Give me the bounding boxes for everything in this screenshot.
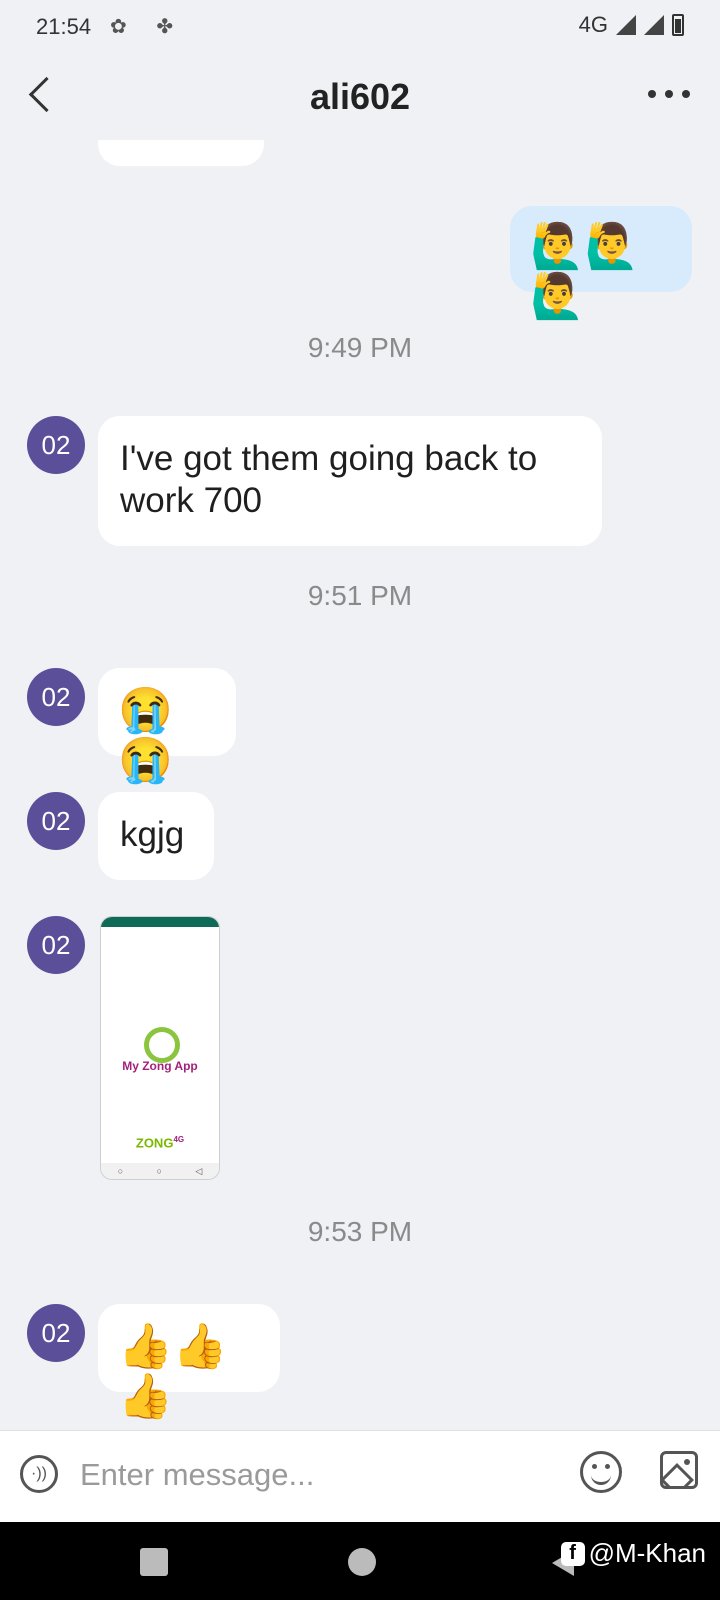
notification-icons: ✿ ✤ [110,16,186,38]
message-list[interactable]: 🙋‍♂️🙋‍♂️🙋‍♂️ 9:49 PM 02 I've got them go… [0,140,720,1430]
watermark: f @M-Khan [560,1538,706,1569]
avatar[interactable]: 02 [27,792,85,850]
status-time: 21:54 [36,14,92,39]
message-text: I've got them going back to work 700 [120,439,538,520]
home-button[interactable] [348,1548,376,1576]
message-input-bar: ·)) [0,1430,720,1523]
status-right-icons: 4G [579,12,684,38]
network-label: 4G [578,12,608,37]
avatar[interactable]: 02 [27,1304,85,1362]
incoming-message-bubble[interactable]: I've got them going back to work 700 [98,416,602,546]
recent-apps-button[interactable] [140,1548,168,1576]
more-horizontal-icon [648,90,656,98]
avatar[interactable]: 02 [27,916,85,974]
more-options-button[interactable] [648,90,690,98]
chat-title: ali602 [309,76,411,117]
voice-icon: ·)) [31,1465,47,1482]
avatar[interactable]: 02 [27,668,85,726]
message-emoji: 👍👍👍 [118,1322,228,1421]
timestamp: 9:53 PM [307,1216,413,1247]
image-brand: ZONG4G [135,1135,185,1151]
incoming-message-bubble[interactable]: 😭😭 [98,668,236,785]
timestamp: 9:49 PM [307,332,413,363]
message-text: kgjg [120,815,185,854]
facebook-icon: f [560,1541,585,1566]
outgoing-message-bubble[interactable]: 🙋‍♂️🙋‍♂️🙋‍♂️ [510,206,692,321]
image-attach-button[interactable] [660,1451,698,1489]
status-bar: 21:54 ✿ ✤ 4G [0,0,720,52]
timestamp: 9:51 PM [307,580,413,611]
message-bubble-partial[interactable] [98,140,264,166]
signal-icon [616,15,636,35]
zong-logo-icon [144,1027,180,1063]
signal-icon-2 [644,15,664,35]
message-emoji: 🙋‍♂️🙋‍♂️🙋‍♂️ [530,222,640,321]
emoji-button[interactable] [580,1451,622,1493]
voice-input-button[interactable]: ·)) [20,1455,58,1493]
incoming-message-bubble[interactable]: 👍👍👍 [98,1304,280,1421]
incoming-message-bubble[interactable]: kgjg [98,792,214,880]
image-message-thumbnail[interactable]: My Zong App ZONG4G ○ ○ ◁ [100,916,220,1180]
chat-header: ali602 [0,56,720,140]
system-nav-bar: f @M-Khan [0,1522,720,1600]
watermark-text: @M-Khan [588,1538,706,1568]
battery-icon [672,14,684,36]
message-emoji: 😭😭 [118,686,173,785]
avatar[interactable]: 02 [27,416,85,474]
image-caption: My Zong App [122,1059,198,1073]
message-input[interactable] [80,1453,550,1497]
